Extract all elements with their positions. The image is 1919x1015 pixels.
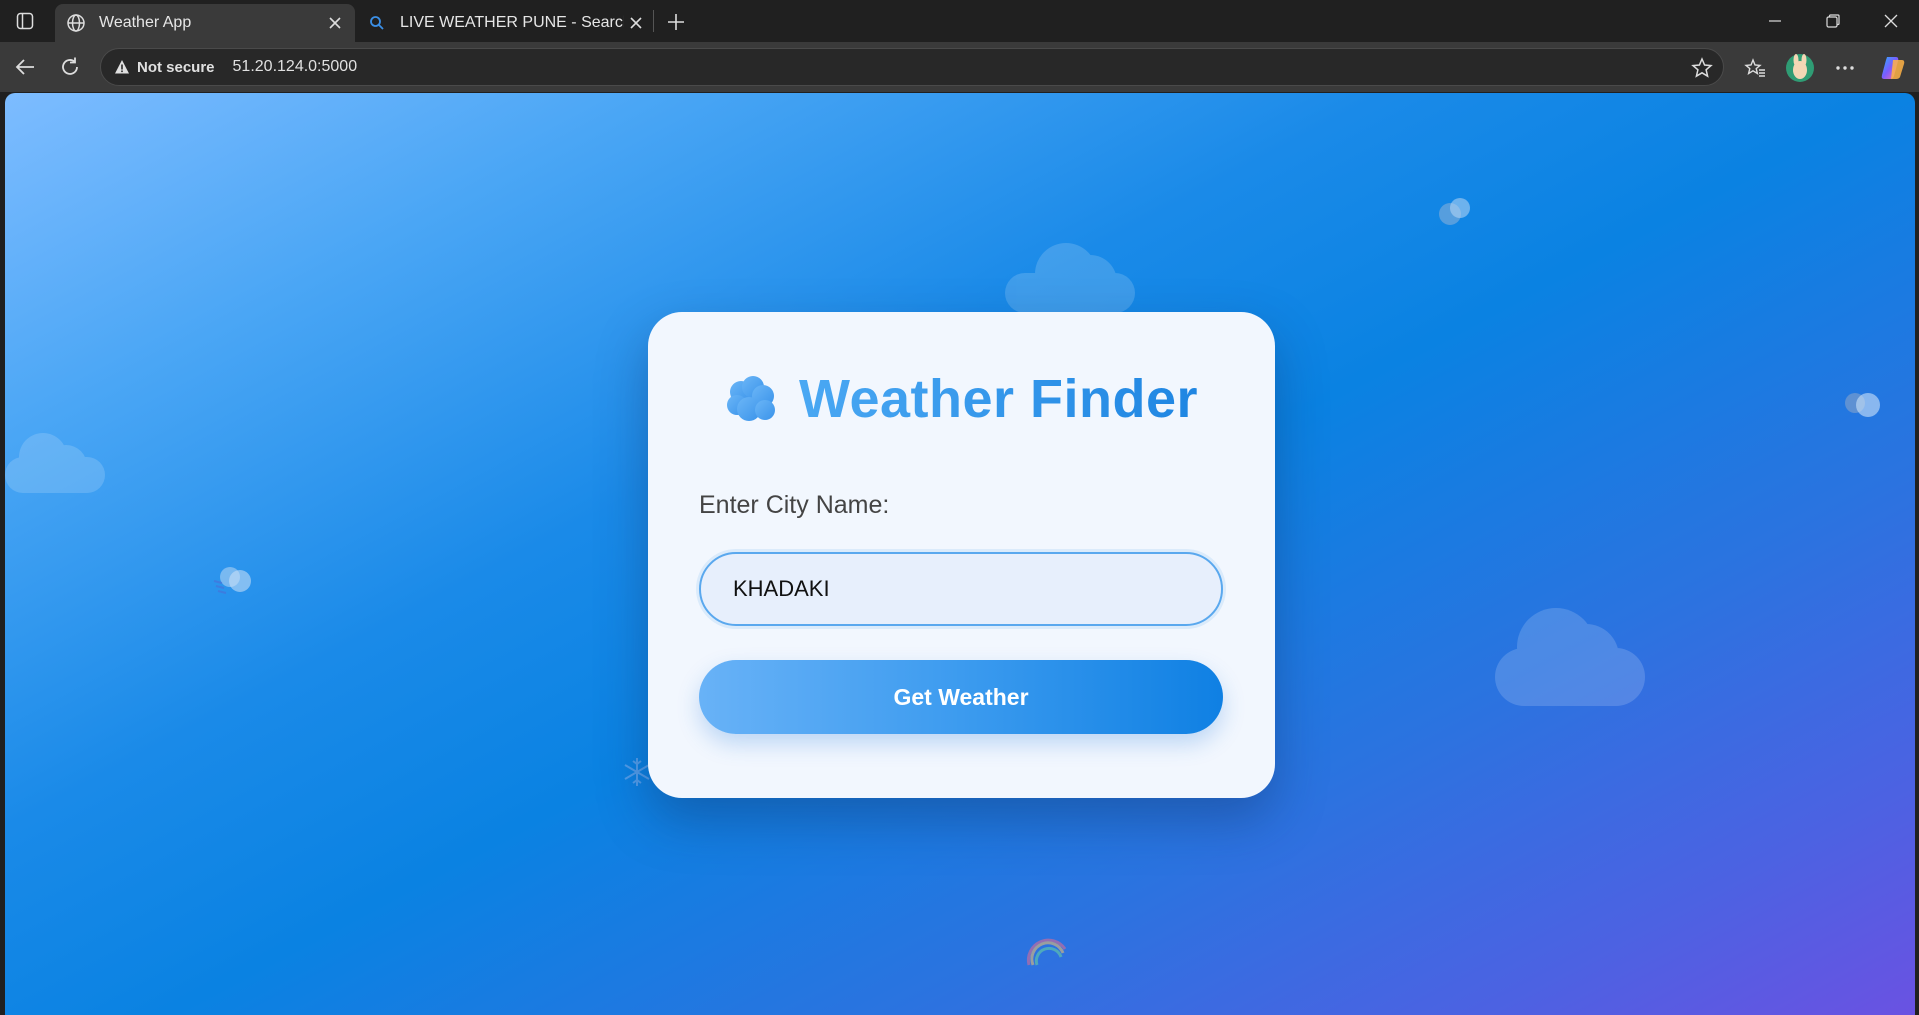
city-name-input[interactable] [699, 552, 1223, 626]
warning-icon [113, 58, 131, 76]
globe-icon [65, 12, 87, 34]
cloud-icon [726, 376, 775, 421]
search-icon [366, 12, 388, 34]
url-text[interactable]: 51.20.124.0:5000 [233, 58, 358, 76]
profile-avatar-icon[interactable] [1784, 52, 1816, 84]
get-weather-button[interactable]: Get Weather [699, 660, 1223, 734]
rain-cloud-decoration-icon [213, 567, 251, 594]
background-cloud [1495, 608, 1645, 708]
back-arrow-icon[interactable] [8, 50, 42, 84]
cloud-sun-decoration-icon [1439, 198, 1470, 225]
rainbow-decoration-icon [1026, 938, 1067, 966]
address-bar[interactable]: Not secure 51.20.124.0:5000 [100, 48, 1724, 86]
page-viewport: Weather Finder Enter City Name: Get Weat… [5, 93, 1915, 1015]
close-tab-icon[interactable] [624, 11, 648, 35]
security-status[interactable]: Not secure [137, 59, 215, 76]
favorites-icon[interactable] [1739, 52, 1771, 84]
tab-live-weather-search[interactable]: LIVE WEATHER PUNE - Search [356, 4, 656, 42]
background-cloud [5, 433, 105, 493]
favorite-star-icon[interactable] [1691, 57, 1713, 79]
cloud-decoration-icon [1845, 393, 1880, 417]
page-title: Weather Finder [648, 368, 1275, 430]
app-heading: Weather Finder [798, 369, 1199, 429]
background-cloud [1005, 243, 1135, 313]
close-tab-icon[interactable] [323, 11, 347, 35]
close-window-icon[interactable] [1868, 6, 1914, 36]
tab-title: Weather App [99, 14, 192, 31]
minimize-icon[interactable] [1752, 6, 1798, 36]
more-options-icon[interactable] [1829, 52, 1861, 84]
copilot-icon[interactable] [1877, 52, 1909, 84]
weather-finder-card: Weather Finder Enter City Name: Get Weat… [648, 312, 1275, 798]
tab-title: LIVE WEATHER PUNE - Search [400, 14, 624, 31]
browser-toolbar: Not secure 51.20.124.0:5000 [0, 42, 1919, 92]
new-tab-icon[interactable] [662, 8, 690, 36]
restore-icon[interactable] [1810, 6, 1856, 36]
city-name-label: Enter City Name: [699, 491, 890, 519]
browser-titlebar: Weather App LIVE WEATHER PUNE - Search [0, 0, 1919, 42]
reload-icon[interactable] [53, 50, 87, 84]
tab-weather-app[interactable]: Weather App [55, 4, 355, 42]
tab-divider [653, 10, 654, 32]
tab-actions-icon[interactable] [13, 9, 37, 33]
